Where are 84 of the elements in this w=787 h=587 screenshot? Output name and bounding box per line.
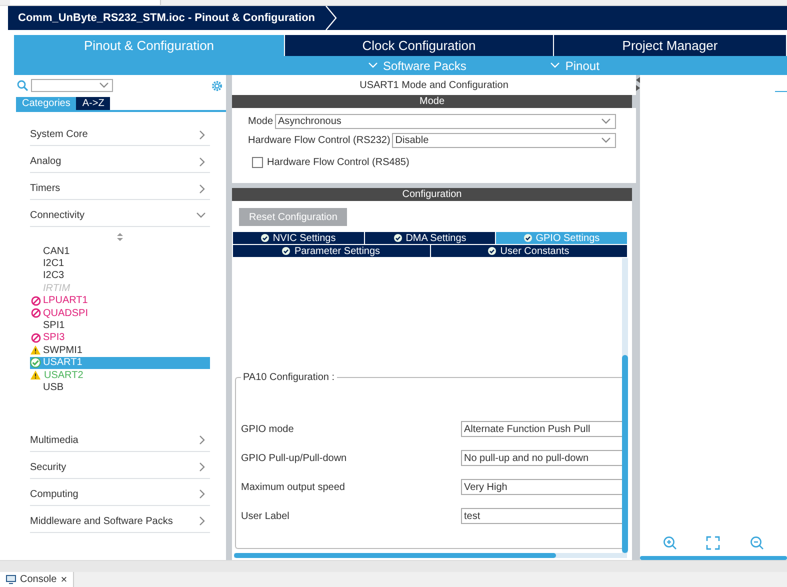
checkbox[interactable] bbox=[252, 157, 263, 168]
zoom-out-icon[interactable] bbox=[750, 536, 764, 550]
peripheral-label: LPUART1 bbox=[43, 295, 88, 306]
peripheral-label: SPI3 bbox=[43, 332, 65, 344]
monitor-icon bbox=[6, 575, 16, 584]
main-tab[interactable]: Clock Configuration bbox=[285, 35, 554, 56]
category-item[interactable]: Middleware and Software Packs bbox=[30, 506, 210, 533]
search-icon bbox=[17, 80, 28, 91]
parameter-field[interactable]: test bbox=[461, 508, 622, 524]
vertical-scrollbar[interactable] bbox=[622, 258, 628, 553]
peripheral-item[interactable]: SPI1 bbox=[30, 319, 210, 332]
section-header: Configuration bbox=[232, 188, 632, 201]
horizontal-scrollbar[interactable] bbox=[640, 556, 787, 560]
parameter-label: User Label bbox=[241, 510, 290, 522]
category-item[interactable]: Computing bbox=[30, 480, 210, 506]
peripheral-label: IRTIM bbox=[43, 282, 70, 294]
dropdown-field[interactable]: Asynchronous bbox=[275, 114, 616, 129]
peripheral-item[interactable]: QUADSPI bbox=[30, 306, 210, 320]
prohibited-icon bbox=[30, 332, 40, 343]
peripheral-label: SPI1 bbox=[43, 320, 65, 332]
peripheral-item[interactable]: I2C3 bbox=[30, 270, 210, 282]
check-circle-icon bbox=[260, 234, 269, 242]
peripheral-item[interactable]: I2C1 bbox=[30, 257, 210, 270]
field-label: Mode bbox=[248, 116, 274, 127]
sort-icon[interactable] bbox=[117, 233, 123, 241]
settings-icon[interactable] bbox=[211, 80, 223, 92]
parameter-label: Maximum output speed bbox=[241, 482, 346, 492]
category-item[interactable]: Security bbox=[30, 452, 210, 479]
check-circle-icon bbox=[488, 247, 496, 255]
peripheral-label: I2C1 bbox=[43, 258, 64, 270]
chevron-down-icon bbox=[601, 118, 611, 125]
peripheral-label: I2C3 bbox=[43, 270, 64, 282]
settings-tab[interactable]: Parameter Settings bbox=[233, 245, 430, 258]
peripheral-label: USART1 bbox=[43, 357, 82, 368]
chevron-down-icon bbox=[368, 62, 378, 69]
group-title: PA10 Configuration : bbox=[242, 372, 336, 383]
parameter-field[interactable]: Very High bbox=[461, 479, 622, 495]
view-tab[interactable]: A->Z bbox=[76, 97, 110, 110]
category-item[interactable]: Analog bbox=[30, 147, 210, 173]
peripheral-label: QUADSPI bbox=[43, 308, 88, 319]
chevron-down-icon bbox=[601, 137, 611, 144]
category-item[interactable]: Timers bbox=[30, 174, 210, 200]
peripheral-label: SWPMI1 bbox=[43, 344, 82, 356]
settings-tab[interactable]: NVIC Settings bbox=[233, 232, 365, 245]
breadcrumb-title[interactable]: Comm_UnByte_RS232_STM.ioc - Pinout & Configuration bbox=[8, 6, 326, 30]
fit-screen-icon[interactable] bbox=[706, 536, 720, 550]
field-label: Hardware Flow Control (RS232) bbox=[248, 135, 390, 146]
search-combo[interactable] bbox=[31, 79, 113, 92]
check-circle-icon bbox=[524, 234, 532, 242]
check-circle-icon bbox=[282, 247, 290, 255]
chevron-down-icon bbox=[550, 62, 560, 69]
horizontal-scrollbar[interactable] bbox=[234, 553, 627, 558]
peripheral-label: USB bbox=[43, 382, 64, 393]
console-tab[interactable]: Console × bbox=[0, 572, 74, 587]
category-item[interactable]: Connectivity bbox=[30, 201, 210, 227]
prohibited-icon bbox=[30, 308, 40, 318]
parameter-label: GPIO Pull-up/Pull-down bbox=[241, 452, 348, 464]
section-header: Mode bbox=[232, 95, 632, 108]
peripheral-item[interactable]: CAN1 bbox=[30, 245, 210, 258]
peripheral-item[interactable]: SWPMI1 bbox=[30, 344, 210, 357]
panel-title: USART1 Mode and Configuration bbox=[232, 75, 636, 95]
settings-tab[interactable]: DMA Settings bbox=[364, 232, 496, 245]
zoom-in-icon[interactable] bbox=[662, 536, 677, 550]
parameter-field[interactable]: Alternate Function Push Pull bbox=[461, 421, 622, 437]
peripheral-item[interactable]: SPI3 bbox=[30, 332, 210, 344]
warning-icon bbox=[30, 370, 41, 380]
check-circle-icon bbox=[394, 234, 402, 242]
settings-tab[interactable]: User Constants bbox=[430, 245, 628, 258]
dropdown-field[interactable]: Disable bbox=[392, 133, 616, 148]
close-icon[interactable]: × bbox=[60, 574, 68, 586]
checkbox-label: Hardware Flow Control (RS485) bbox=[267, 157, 410, 168]
category-item[interactable]: Multimedia bbox=[30, 426, 210, 452]
parameter-field[interactable]: No pull-up and no pull-down bbox=[461, 450, 622, 466]
collapse-arrows-icon[interactable] bbox=[636, 77, 640, 91]
chevron-down-icon bbox=[99, 82, 109, 89]
category-item[interactable]: System Core bbox=[30, 120, 210, 146]
prohibited-icon bbox=[30, 296, 40, 306]
check-circle-icon bbox=[30, 357, 41, 368]
parameter-label: GPIO mode bbox=[241, 424, 295, 434]
peripheral-label: CAN1 bbox=[43, 246, 70, 257]
peripheral-item[interactable]: LPUART1 bbox=[30, 294, 210, 307]
main-tab[interactable]: Project Manager bbox=[554, 35, 787, 56]
peripheral-item[interactable]: USB bbox=[30, 381, 210, 394]
warning-icon bbox=[30, 345, 41, 356]
